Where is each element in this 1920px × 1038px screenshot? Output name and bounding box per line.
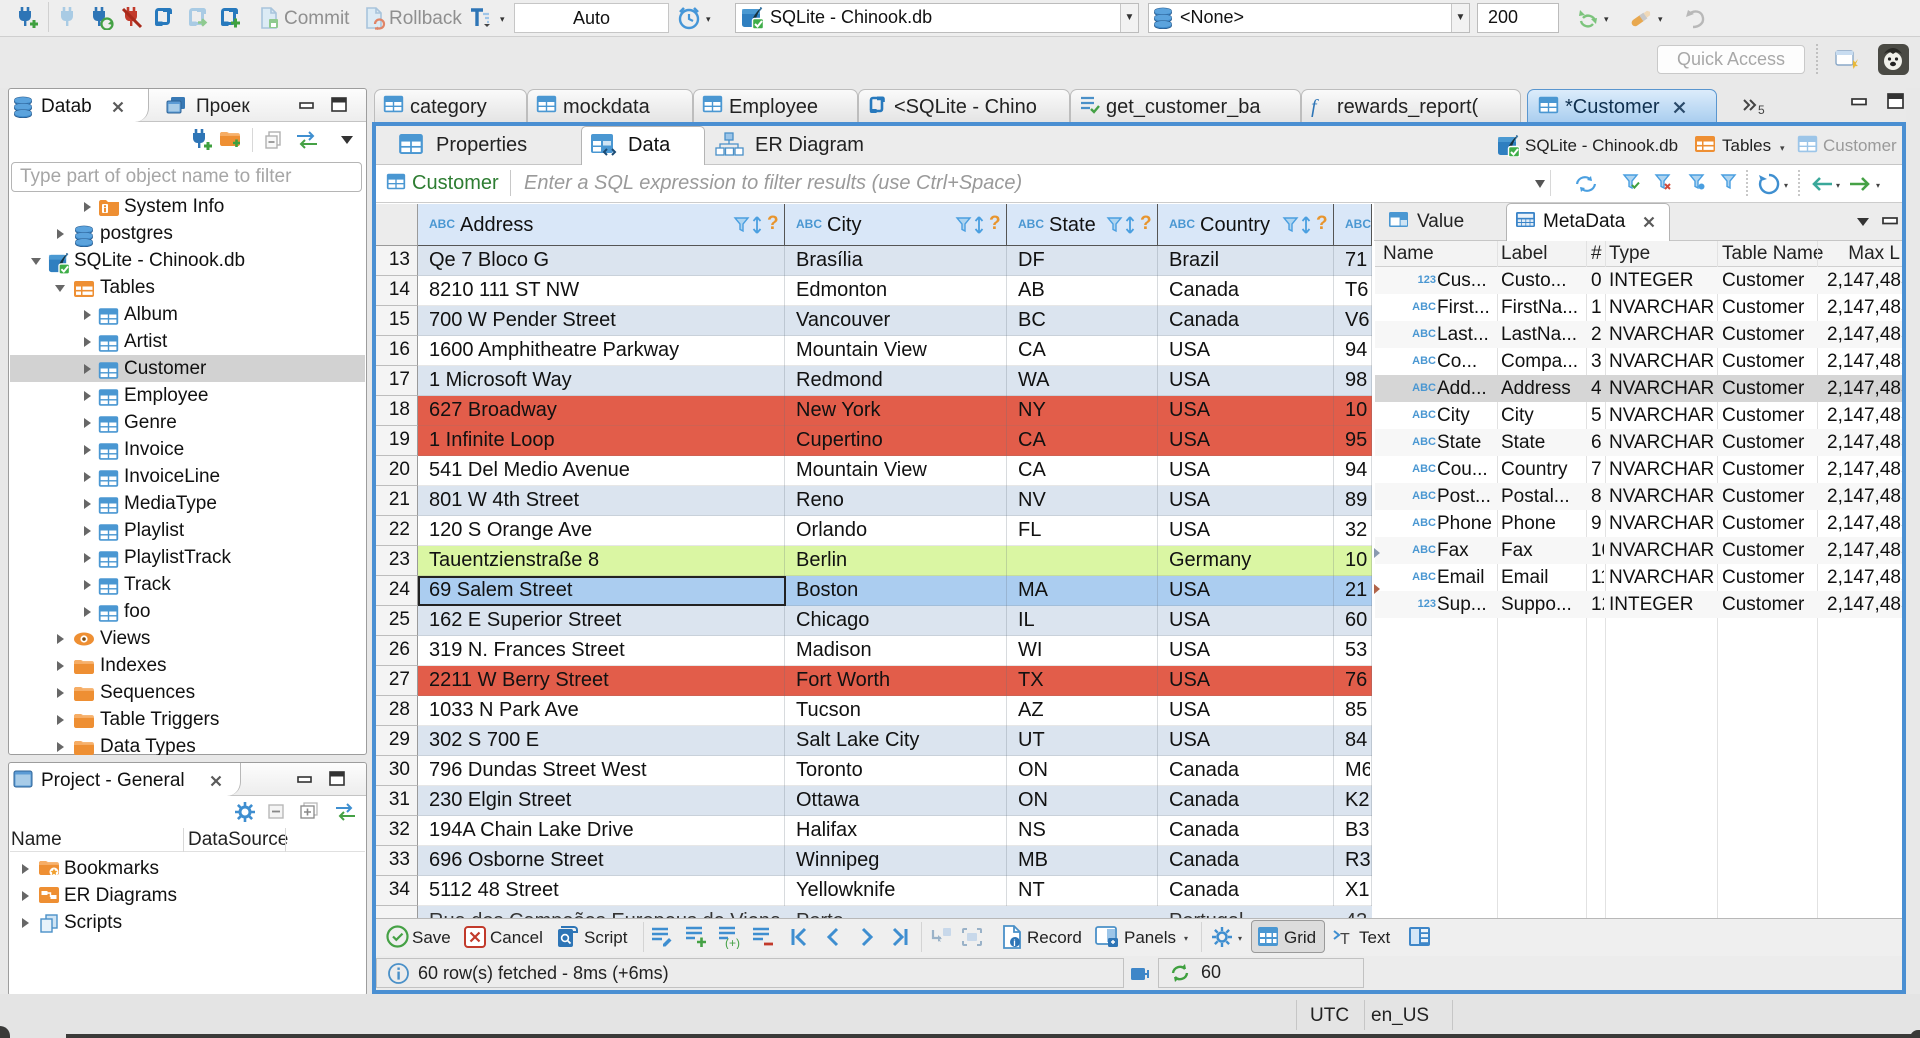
svg-text:f: f [1311, 96, 1319, 117]
svg-text:5: 5 [1758, 103, 1765, 117]
svg-text:i: i [1013, 938, 1016, 948]
svg-text:(+): (+) [725, 936, 740, 949]
svg-text:T: T [1340, 931, 1350, 947]
